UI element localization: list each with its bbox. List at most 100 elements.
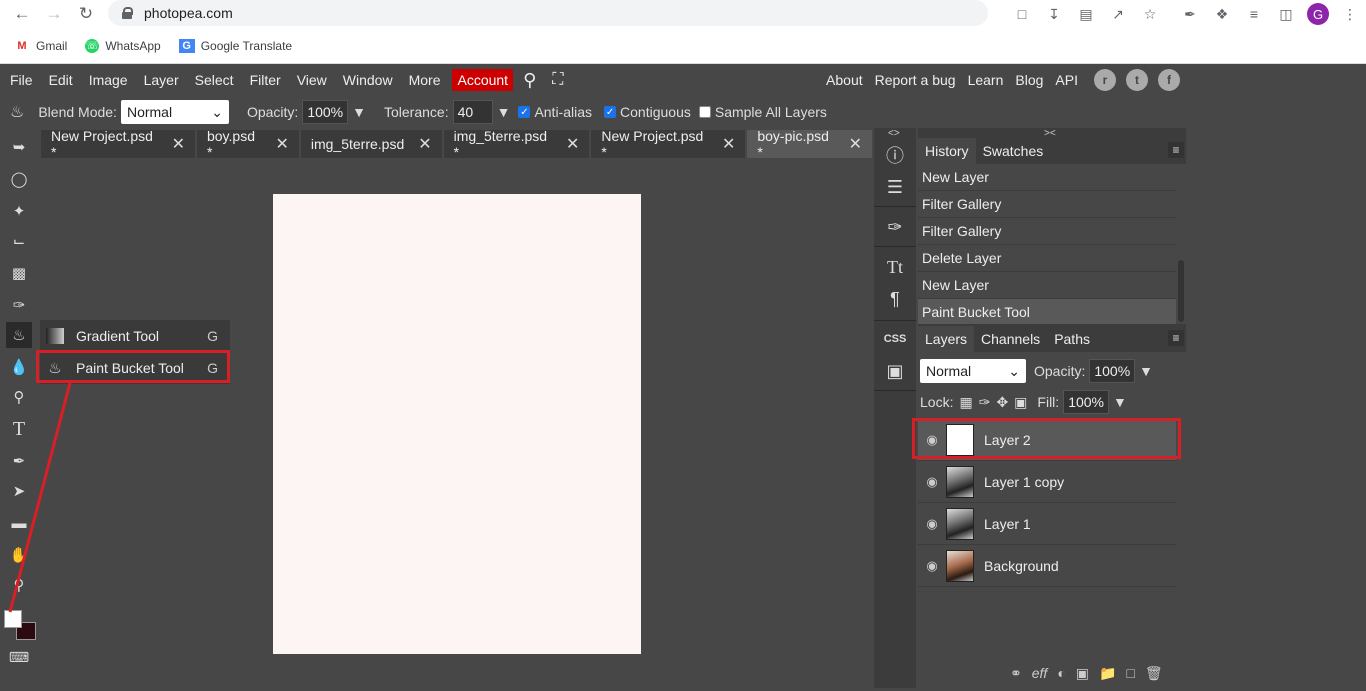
healing-tool-icon[interactable]: ▩ (6, 260, 32, 286)
tab-new-project-1[interactable]: New Project.psd * ✕ (41, 128, 195, 160)
fill-dropdown-icon[interactable]: ▼ (1113, 394, 1127, 410)
bookmark-gmail[interactable]: M Gmail (14, 39, 67, 53)
share-icon[interactable]: ↗ (1102, 0, 1134, 28)
tolerance-dropdown-icon[interactable]: ▼ (497, 104, 511, 120)
document-canvas[interactable] (273, 194, 641, 654)
lasso-tool-icon[interactable]: ◯ (6, 166, 32, 192)
adjustment-layer-icon[interactable]: ◐ (1057, 665, 1065, 681)
blend-mode-select[interactable]: Normal ⌄ (120, 100, 229, 124)
keyboard-icon[interactable]: ⌨ (6, 644, 32, 670)
paint-bucket-tool-icon[interactable]: ♨ (6, 322, 32, 348)
tolerance-input[interactable]: 40 (452, 100, 493, 124)
layer-row[interactable]: ◉ Background (918, 545, 1176, 587)
menu-api[interactable]: API (1049, 64, 1084, 96)
menu-select[interactable]: Select (187, 64, 242, 96)
close-icon[interactable]: ✕ (849, 134, 862, 154)
layer-row[interactable]: ◉ Layer 1 copy (918, 461, 1176, 503)
history-item[interactable]: New Layer (918, 164, 1176, 191)
css-icon[interactable]: CSS (882, 326, 908, 352)
type-tool-icon[interactable]: T (6, 416, 32, 442)
tab-img-5terre-2[interactable]: img_5terre.psd * ✕ (443, 128, 590, 160)
history-item[interactable]: Filter Gallery (918, 191, 1176, 218)
close-icon[interactable]: ✕ (566, 134, 579, 154)
tab-boy-pic[interactable]: boy-pic.psd * ✕ (747, 128, 873, 160)
menu-report-bug[interactable]: Report a bug (869, 64, 962, 96)
reddit-icon[interactable]: r (1094, 69, 1116, 91)
history-item-current[interactable]: Paint Bucket Tool (918, 299, 1176, 326)
blur-tool-icon[interactable]: 💧 (6, 354, 32, 380)
pen-tool-icon[interactable]: ✒ (6, 448, 32, 474)
tab-swatches[interactable]: Swatches (976, 138, 1051, 164)
lock-transparency-icon[interactable]: ▦ (959, 394, 972, 411)
foreground-color-swatch[interactable] (4, 610, 22, 628)
account-button[interactable]: Account (452, 69, 514, 91)
menu-learn[interactable]: Learn (962, 64, 1010, 96)
menu-blog[interactable]: Blog (1009, 64, 1049, 96)
menu-edit[interactable]: Edit (41, 64, 81, 96)
layer-effects-icon[interactable]: eff (1032, 665, 1048, 681)
rectangle-tool-icon[interactable]: ▬ (6, 510, 32, 536)
tab-history[interactable]: History (918, 138, 976, 164)
close-icon[interactable]: ✕ (418, 134, 431, 154)
paragraph-icon[interactable]: ¶ (882, 286, 908, 312)
menu-more[interactable]: More (401, 64, 449, 96)
visibility-eye-icon[interactable]: ◉ (918, 474, 946, 490)
layer-mask-icon[interactable]: ▣ (1076, 665, 1089, 682)
collapse-arrows-icon[interactable]: >< (1044, 128, 1056, 139)
profile-avatar[interactable]: G (1302, 0, 1334, 28)
tab-channels[interactable]: Channels (974, 326, 1047, 352)
magic-wand-icon[interactable]: ✦ (6, 198, 32, 224)
collapse-arrows-icon[interactable]: <> (888, 128, 900, 139)
visibility-eye-icon[interactable]: ◉ (918, 558, 946, 574)
image-icon[interactable]: ▣ (882, 358, 908, 384)
move-tool-icon[interactable]: ➥ (6, 134, 32, 160)
menu-about[interactable]: About (820, 64, 869, 96)
forward-icon[interactable]: → (38, 0, 70, 28)
link-layers-icon[interactable]: ⚭ (1010, 665, 1022, 682)
brush-tool-icon[interactable]: ✑ (6, 292, 32, 318)
layer-opacity-dropdown-icon[interactable]: ▼ (1139, 363, 1153, 379)
tab-paths[interactable]: Paths (1047, 326, 1097, 352)
menu-window[interactable]: Window (335, 64, 401, 96)
side-panel-icon[interactable]: ◫ (1270, 0, 1302, 28)
facebook-icon[interactable]: f (1158, 69, 1180, 91)
opacity-input[interactable]: 100% (302, 100, 349, 124)
document-icon[interactable]: ▤ (1070, 0, 1102, 28)
close-icon[interactable]: ✕ (722, 134, 735, 154)
eyedropper-icon[interactable]: ✒ (1174, 0, 1206, 28)
search-icon[interactable]: ⚲ (513, 64, 544, 96)
antialias-checkbox[interactable]: ✓ (518, 106, 531, 118)
save-page-icon[interactable]: □ (1006, 0, 1038, 28)
history-item[interactable]: Delete Layer (918, 245, 1176, 272)
history-item[interactable]: Filter Gallery (918, 218, 1176, 245)
tab-img-5terre-1[interactable]: img_5terre.psd ✕ (300, 130, 442, 158)
tab-boy[interactable]: boy.psd * ✕ (196, 128, 299, 160)
info-icon[interactable]: ⓘ (882, 142, 908, 168)
new-layer-icon[interactable]: □ (1126, 665, 1134, 681)
tab-new-project-2[interactable]: New Project.psd * ✕ (591, 128, 746, 160)
fullscreen-icon[interactable]: ⛶ (544, 64, 571, 96)
tab-layers[interactable]: Layers (918, 326, 975, 352)
delete-layer-icon[interactable]: 🗑 (1145, 665, 1163, 682)
sample-all-checkbox[interactable] (698, 106, 711, 118)
more-menu-icon[interactable]: ⋮ (1334, 0, 1366, 28)
lock-paint-icon[interactable]: ✑ (979, 394, 991, 411)
layer-opacity-input[interactable]: 100% (1089, 359, 1136, 383)
crop-tool-icon[interactable]: ⌙ (6, 228, 32, 254)
panel-menu-icon[interactable]: ≡ (1168, 142, 1184, 158)
fill-input[interactable]: 100% (1063, 390, 1109, 414)
dodge-tool-icon[interactable]: ⚲ (6, 384, 32, 410)
contiguous-checkbox[interactable]: ✓ (604, 106, 617, 118)
layer-row[interactable]: ◉ Layer 1 (918, 503, 1176, 545)
lock-position-icon[interactable]: ✥ (996, 394, 1008, 411)
menu-filter[interactable]: Filter (242, 64, 289, 96)
reload-icon[interactable]: ↻ (70, 0, 102, 28)
character-icon[interactable]: Tt (882, 254, 908, 280)
layer-blend-select[interactable]: Normal ⌄ (920, 359, 1026, 383)
visibility-eye-icon[interactable]: ◉ (918, 516, 946, 532)
address-bar[interactable]: photopea.com (108, 0, 988, 26)
menu-view[interactable]: View (289, 64, 335, 96)
hand-tool-icon[interactable]: ✋ (6, 542, 32, 568)
brush-settings-icon[interactable]: ✑ (882, 214, 908, 240)
opacity-dropdown-icon[interactable]: ▼ (352, 104, 366, 120)
